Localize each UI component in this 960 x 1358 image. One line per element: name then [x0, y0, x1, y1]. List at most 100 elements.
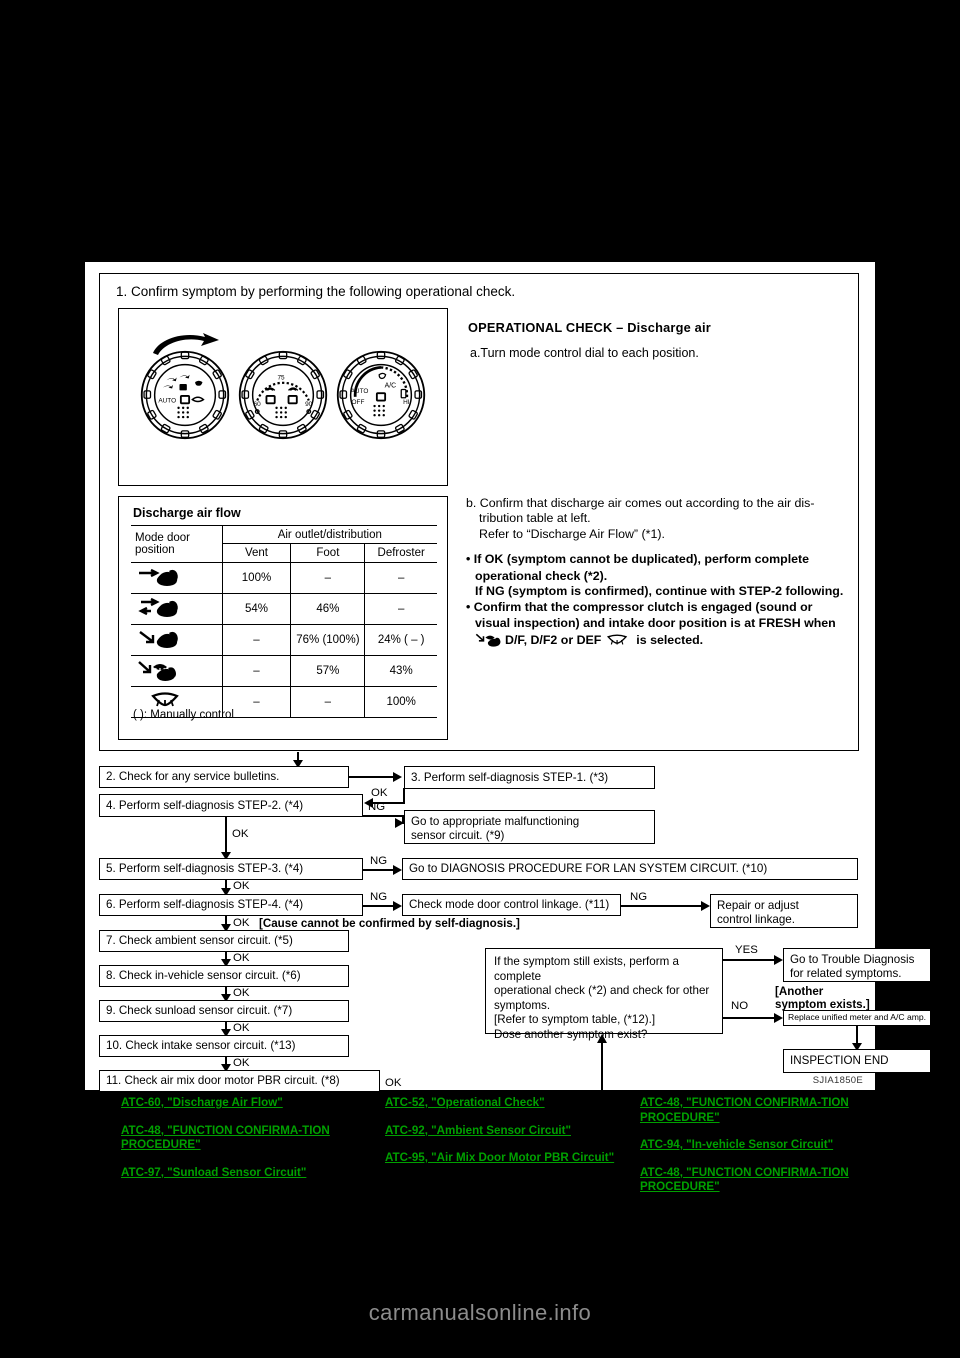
flow-box-check-mode-door-linkage[interactable]: Check mode door control linkage. (*11)	[402, 894, 621, 916]
flow-box-ambient-sensor[interactable]: 7. Check ambient sensor circuit. (*5)	[99, 930, 349, 952]
step-b-line3: Refer to “Discharge Air Flow” (*1).	[479, 526, 665, 541]
flow-box-label: 3. Perform self-diagnosis STEP-1. (*3)	[411, 770, 609, 784]
reference-link[interactable]: ATC-48, "FUNCTION CONFIRMA-TION PROCEDUR…	[640, 1096, 890, 1125]
flow-box-self-diagnosis-step2[interactable]: 4. Perform self-diagnosis STEP-2. (*4)	[99, 794, 363, 817]
reference-link[interactable]: ATC-52, "Operational Check"	[385, 1096, 635, 1111]
svg-text:AUTO: AUTO	[158, 397, 176, 404]
bullet2-line2: visual inspection) and intake door posit…	[475, 616, 836, 631]
flow-box-label: Go to DIAGNOSIS PROCEDURE FOR LAN SYSTEM…	[409, 862, 768, 876]
flow-label-no: NO	[731, 1000, 749, 1012]
svg-text:90: 90	[305, 401, 313, 408]
cell-foot: –	[290, 562, 366, 594]
reference-link[interactable]: ATC-92, "Ambient Sensor Circuit"	[385, 1124, 635, 1139]
flow-box-label: INSPECTION END	[790, 1054, 889, 1068]
foot-defrost-icon	[475, 633, 501, 647]
flow-box-self-diagnosis-step4[interactable]: 6. Perform self-diagnosis STEP-4. (*4)	[99, 894, 363, 916]
flow-box-self-diagnosis-step3[interactable]: 5. Perform self-diagnosis STEP-3. (*4)	[99, 858, 363, 880]
reference-link[interactable]: ATC-95, "Air Mix Door Motor PBR Circuit"	[385, 1151, 635, 1166]
symptom-line2: operational check (*2) and check for oth…	[494, 984, 710, 998]
flow-label-ok: OK	[371, 787, 388, 799]
operational-check-heading: OPERATIONAL CHECK – Discharge air	[468, 320, 711, 335]
flow-box-malfunctioning-sensor[interactable]: Go to appropriate malfunctioning sensor …	[404, 810, 655, 844]
reference-links: ATC-60, "Discharge Air Flow" ATC-48, "FU…	[85, 1096, 875, 1216]
step-b-line1: b. Confirm that discharge air comes out …	[466, 496, 815, 510]
flow-label-ok: OK	[233, 917, 250, 929]
operational-check-bullets: • If OK (symptom cannot be duplicated), …	[466, 552, 862, 649]
svg-text:HI: HI	[403, 399, 410, 406]
flow-label-ok: OK	[385, 1077, 402, 1089]
flow-box-label: 4. Perform self-diagnosis STEP-2. (*4)	[106, 798, 304, 812]
mode-icon-vent	[131, 562, 223, 594]
reference-link[interactable]: ATC-48, "FUNCTION CONFIRMA-TION PROCEDUR…	[121, 1124, 371, 1153]
cell-defroster: –	[364, 562, 437, 594]
flow-note-another-symptom: [Another symptom exists.]	[775, 985, 870, 1011]
flow-box-sunload-sensor[interactable]: 9. Check sunload sensor circuit. (*7)	[99, 1000, 349, 1022]
svg-text:OFF: OFF	[352, 399, 365, 406]
table-note: ( ): Manually control	[133, 709, 234, 721]
reference-link[interactable]: ATC-94, "In-vehicle Sensor Circuit"	[640, 1138, 890, 1153]
flow-label-ok: OK	[232, 828, 249, 840]
column-header-defroster: Defroster	[364, 543, 437, 563]
foot-defrost-icon	[138, 660, 176, 681]
dial-group: AUTO 75 60 90 AUTO OFF A/C HI	[119, 331, 449, 451]
cell-foot: 57%	[290, 655, 366, 687]
flow-label-ng: NG	[630, 891, 648, 903]
flow-box-self-diagnosis-step1[interactable]: 3. Perform self-diagnosis STEP-1. (*3)	[404, 766, 655, 789]
cell-vent: 54%	[222, 593, 292, 625]
reference-links-column-2: ATC-52, "Operational Check" ATC-92, "Amb…	[385, 1096, 635, 1179]
flow-box-symptom-question[interactable]: If the symptom still exists, perform a c…	[485, 948, 723, 1041]
discharge-air-flow-table: Mode door position Air outlet/distributi…	[131, 525, 437, 718]
air-outlet-header: Air outlet/distribution	[222, 525, 437, 544]
svg-text:75: 75	[277, 374, 285, 381]
connector	[723, 959, 779, 961]
flow-box-air-mix-door-pbr[interactable]: 11. Check air mix door motor PBR circuit…	[99, 1070, 380, 1092]
cell-vent: 100%	[222, 562, 292, 594]
arrowhead-icon	[395, 818, 404, 828]
flow-box-inspection-end[interactable]: INSPECTION END	[783, 1049, 931, 1073]
document-page: 1. Confirm symptom by performing the fol…	[85, 262, 931, 1094]
flow-label-ng: NG	[368, 801, 386, 813]
fan-ac-control-dial[interactable]: AUTO OFF A/C HI	[335, 349, 427, 441]
flow-box-in-vehicle-sensor[interactable]: 8. Check in-vehicle sensor circuit. (*6)	[99, 965, 349, 987]
flow-box-lan-system-circuit[interactable]: Go to DIAGNOSIS PROCEDURE FOR LAN SYSTEM…	[402, 858, 858, 880]
bullet2-line3-text-a: D/F, D/F2 or DEF	[505, 632, 602, 647]
flow-box-label: Replace unified meter and A/C amp.	[788, 1012, 927, 1023]
flow-box-replace-unified-meter[interactable]: Replace unified meter and A/C amp.	[783, 1010, 931, 1026]
bullet1-line1-text: If OK (symptom cannot be duplicated), pe…	[473, 552, 810, 566]
flow-label-ng: NG	[370, 891, 388, 903]
cell-defroster: 100%	[364, 686, 437, 718]
flow-box-label-line1: Go to appropriate malfunctioning	[411, 815, 580, 828]
flow-box-check-service-bulletins[interactable]: 2. Check for any service bulletins.	[99, 766, 349, 788]
bullet1-line3: If NG (symptom is confirmed), continue w…	[475, 584, 844, 599]
foot-icon	[139, 630, 178, 648]
reference-link[interactable]: ATC-97, "Sunload Sensor Circuit"	[121, 1166, 371, 1181]
mode-control-dial[interactable]: AUTO	[139, 349, 231, 441]
svg-text:60: 60	[254, 401, 262, 408]
flow-box-label-line2: for related symptoms.	[790, 966, 902, 980]
temperature-control-dial[interactable]: 75 60 90	[237, 349, 329, 441]
symptom-line3: symptoms.	[494, 998, 551, 1012]
site-watermark: carmanualsonline.info	[0, 1300, 960, 1326]
cell-foot: –	[290, 686, 366, 718]
reference-link[interactable]: ATC-60, "Discharge Air Flow"	[121, 1096, 371, 1111]
bullet2-line1-text: Confirm that the compressor clutch is en…	[473, 599, 813, 614]
reference-link[interactable]: ATC-48, "FUNCTION CONFIRMA-TION PROCEDUR…	[640, 1166, 890, 1195]
reference-links-column-1: ATC-60, "Discharge Air Flow" ATC-48, "FU…	[121, 1096, 371, 1193]
mode-icon-bilevel	[131, 593, 223, 625]
flow-box-intake-sensor[interactable]: 10. Check intake sensor circuit. (*13)	[99, 1035, 349, 1057]
site-watermark-text: carmanualsonline.info	[368, 1300, 592, 1325]
mode-door-header-line1: Mode door	[135, 532, 190, 544]
arrowhead-icon	[774, 955, 783, 965]
symptom-line1: If the symptom still exists, perform a c…	[494, 955, 679, 983]
svg-text:A/C: A/C	[385, 383, 397, 390]
flow-box-label: 7. Check ambient sensor circuit. (*5)	[106, 934, 293, 948]
flow-label-ok: OK	[233, 952, 250, 964]
flow-box-repair-control-linkage[interactable]: Repair or adjust control linkage.	[710, 894, 858, 928]
connector	[225, 817, 227, 855]
cell-vent: –	[222, 655, 292, 687]
cell-foot: 76% (100%)	[290, 624, 366, 656]
flow-box-label-line1: Go to Trouble Diagnosis	[790, 953, 915, 966]
cell-vent: –	[222, 624, 292, 656]
arrowhead-icon	[701, 901, 710, 911]
flow-box-go-to-trouble-diagnosis[interactable]: Go to Trouble Diagnosis for related symp…	[783, 948, 931, 982]
